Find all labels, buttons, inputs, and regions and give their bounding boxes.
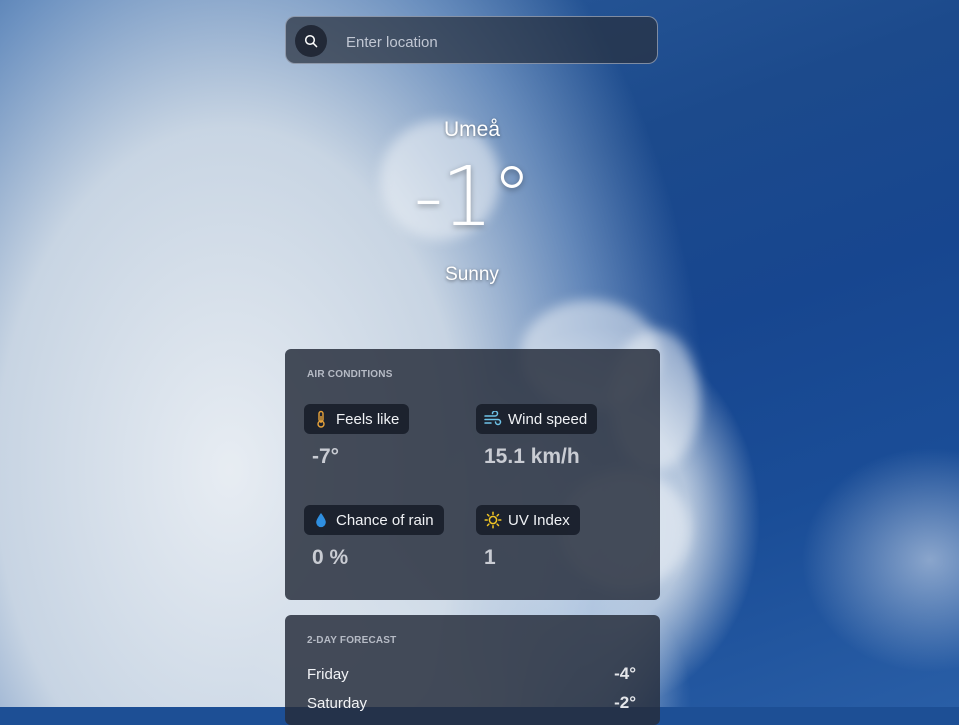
air-conditions-title: AIR CONDITIONS [307,369,393,380]
chance-of-rain-pill: Chance of rain [304,505,444,535]
forecast-temp: -2° [614,693,636,712]
search-bar [285,16,658,64]
current-temperature: -1° [413,150,533,245]
uv-index-label: UV Index [508,511,570,529]
chance-of-rain-label: Chance of rain [336,511,434,529]
forecast-temp: -4° [614,664,636,683]
water-drop-icon [312,511,330,529]
location-search-input[interactable] [344,30,638,54]
wind-speed-pill: Wind speed [476,404,598,434]
thermometer-icon [312,410,330,428]
feels-like-value: -7° [312,445,340,468]
uv-index-value: 1 [484,546,496,569]
search-button[interactable] [295,25,327,57]
weather-condition: Sunny [445,264,499,285]
forecast-day: Friday [307,666,349,683]
forecast-card: 2-DAY FORECAST Friday -4° Saturday -2° [285,615,660,725]
forecast-day: Saturday [307,695,368,712]
sun-icon [484,511,502,529]
feels-like-label: Feels like [336,410,400,428]
uv-index-pill: UV Index [476,505,580,535]
wind-speed-label: Wind speed [508,410,588,428]
wind-speed-value: 15.1 km/h [484,445,580,468]
wind-icon [484,410,502,428]
city-name: Umeå [443,118,501,141]
chance-of-rain-value: 0 % [312,546,349,569]
air-conditions-card: AIR CONDITIONS Feels like -7° Wind speed… [285,349,660,600]
forecast-title: 2-DAY FORECAST [307,635,397,646]
feels-like-pill: Feels like [304,404,410,434]
search-icon [304,34,318,48]
